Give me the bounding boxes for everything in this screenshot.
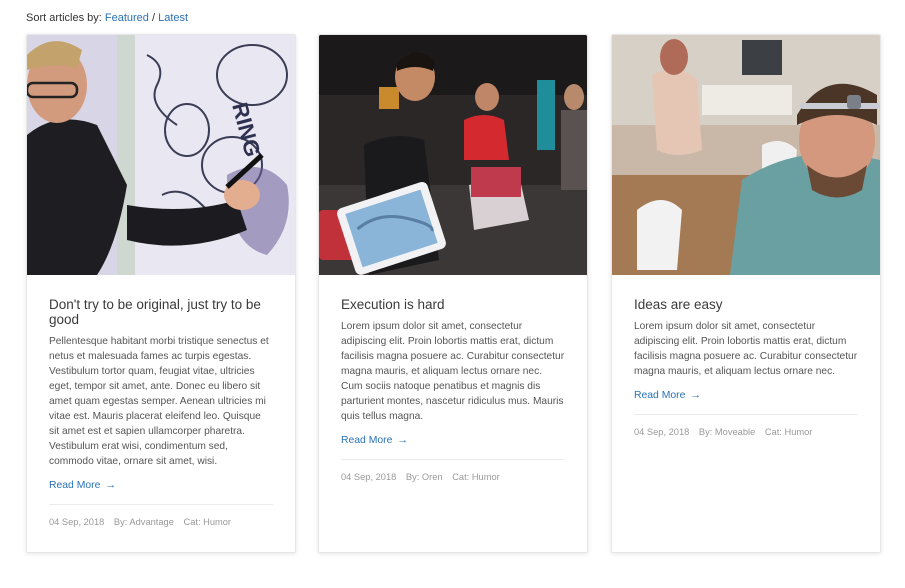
article-title[interactable]: Don't try to be original, just try to be… [49,297,273,327]
article-date: 04 Sep, 2018 [49,517,105,527]
article-date: 04 Sep, 2018 [634,427,690,437]
read-more-label: Read More [341,435,393,446]
article-meta: 04 Sep, 2018 By: Advantage Cat: Humor [49,504,273,527]
arrow-right-icon: → [397,434,409,446]
article-title[interactable]: Execution is hard [341,297,565,312]
arrow-right-icon: → [105,479,117,491]
article-excerpt: Pellentesque habitant morbi tristique se… [49,336,269,467]
article-category: Cat: Humor [183,517,232,527]
sort-label: Sort articles by: [26,12,102,24]
article-date: 04 Sep, 2018 [341,472,397,482]
article-excerpt: Lorem ipsum dolor sit amet, consectetur … [634,321,858,377]
sort-featured-link[interactable]: Featured [105,12,149,24]
article-author: By: Moveable [698,427,756,437]
article-title[interactable]: Ideas are easy [634,297,858,312]
read-more-label: Read More [49,480,101,491]
sort-bar: Sort articles by: Featured / Latest [26,12,188,24]
read-more-link[interactable]: Read More → [634,389,701,401]
article-card: RING Don't try to be original, just try … [26,34,296,553]
article-image[interactable] [612,35,880,275]
article-excerpt: Lorem ipsum dolor sit amet, consectetur … [341,321,565,422]
read-more-link[interactable]: Read More → [49,479,116,491]
arrow-right-icon: → [690,389,702,401]
read-more-label: Read More [634,390,686,401]
read-more-link[interactable]: Read More → [341,434,408,446]
article-author: By: Oren [405,472,443,482]
sort-separator: / [151,12,156,24]
article-meta: 04 Sep, 2018 By: Oren Cat: Humor [341,459,565,482]
article-card: Execution is hard Lorem ipsum dolor sit … [318,34,588,553]
article-category: Cat: Humor [764,427,813,437]
article-image[interactable]: RING [27,35,295,275]
sort-latest-link[interactable]: Latest [158,12,188,24]
article-category: Cat: Humor [452,472,500,482]
article-meta: 04 Sep, 2018 By: Moveable Cat: Humor [634,414,858,437]
article-author: By: Advantage [113,517,174,527]
article-card: Ideas are easy Lorem ipsum dolor sit ame… [611,34,881,553]
article-image[interactable] [319,35,587,275]
